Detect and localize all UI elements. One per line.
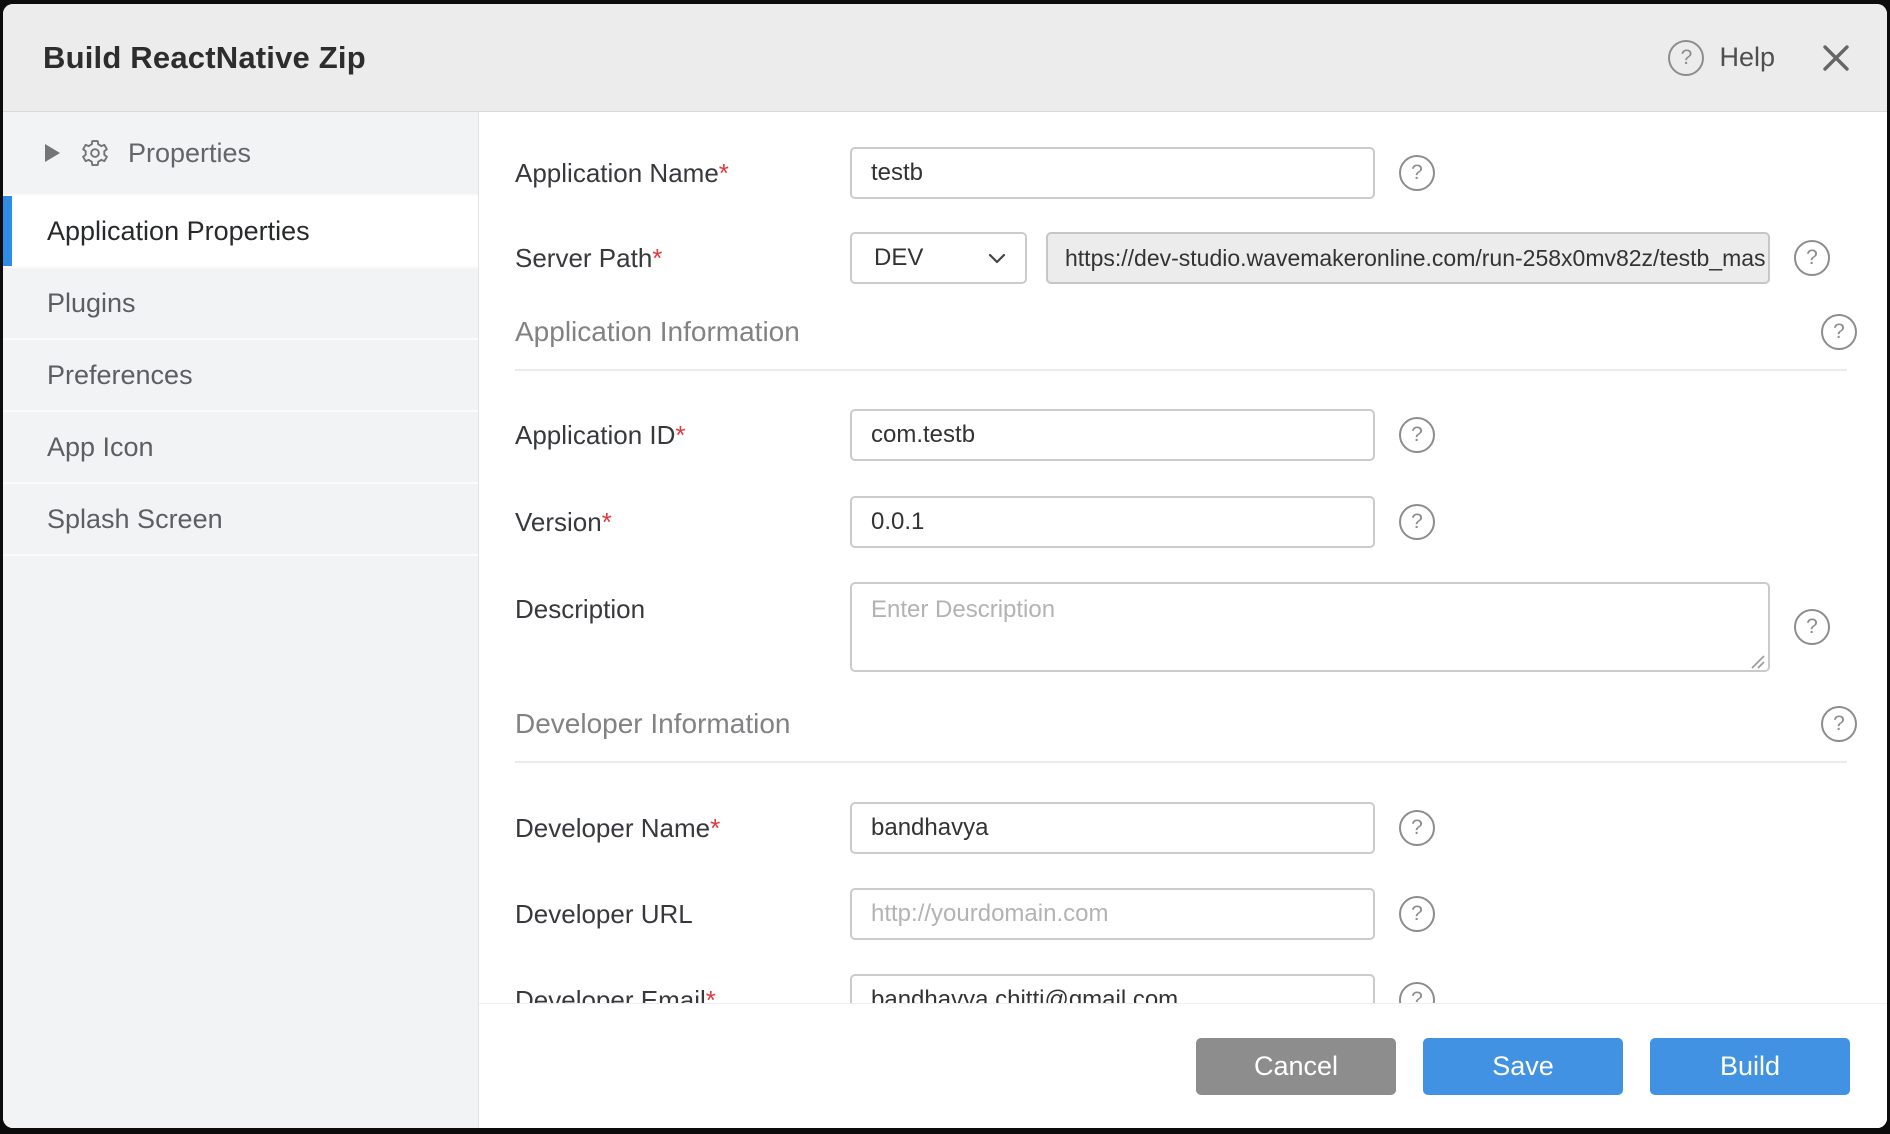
dialog-title: Build ReactNative Zip [43, 40, 366, 76]
sidebar: Properties Application Properties Plugin… [3, 112, 479, 1128]
sidebar-item-label: Splash Screen [47, 504, 223, 535]
application-name-help-icon[interactable]: ? [1399, 155, 1435, 191]
server-path-select[interactable]: DEV [850, 232, 1027, 284]
developer-url-input[interactable] [850, 888, 1375, 940]
sidebar-item-preferences[interactable]: Preferences [3, 340, 478, 412]
sidebar-item-splash-screen[interactable]: Splash Screen [3, 484, 478, 556]
version-label: Version* [515, 507, 850, 538]
developer-email-help-icon[interactable]: ? [1399, 982, 1435, 1003]
sidebar-group-properties[interactable]: Properties [3, 112, 478, 196]
help-label: Help [1719, 42, 1775, 73]
developer-information-help-icon[interactable]: ? [1821, 706, 1857, 742]
required-marker: * [710, 813, 720, 843]
required-marker: * [706, 985, 716, 1004]
description-row: Description ? [515, 582, 1830, 677]
gear-icon [80, 138, 110, 168]
application-id-help-icon[interactable]: ? [1399, 417, 1435, 453]
save-button[interactable]: Save [1423, 1038, 1623, 1095]
developer-name-row: Developer Name* ? [515, 802, 1435, 854]
section-title: Developer Information [515, 708, 790, 740]
expand-triangle-icon [45, 144, 60, 162]
developer-url-row: Developer URL ? [515, 888, 1435, 940]
required-marker: * [675, 420, 685, 450]
server-path-url-field: https://dev-studio.wavemakeronline.com/r… [1046, 232, 1770, 284]
sidebar-item-application-properties[interactable]: Application Properties [3, 196, 478, 268]
required-marker: * [602, 507, 612, 537]
developer-email-row: Developer Email* ? [515, 974, 1435, 1003]
description-textarea[interactable] [850, 582, 1770, 672]
sidebar-item-label: App Icon [47, 432, 154, 463]
developer-url-help-icon[interactable]: ? [1399, 896, 1435, 932]
help-button[interactable]: ? Help [1668, 40, 1775, 76]
server-path-label: Server Path* [515, 243, 850, 274]
dialog-header: Build ReactNative Zip ? Help [3, 4, 1887, 112]
developer-information-section-header: Developer Information ? [515, 704, 1857, 744]
developer-name-label: Developer Name* [515, 813, 850, 844]
developer-name-input[interactable] [850, 802, 1375, 854]
help-question-icon[interactable]: ? [1668, 40, 1704, 76]
sidebar-item-plugins[interactable]: Plugins [3, 268, 478, 340]
application-name-row: Application Name* ? [515, 147, 1435, 199]
application-information-help-icon[interactable]: ? [1821, 314, 1857, 350]
close-icon [1821, 43, 1851, 73]
server-path-selected-value: DEV [874, 244, 923, 272]
developer-email-label: Developer Email* [515, 985, 850, 1004]
version-row: Version* ? [515, 496, 1435, 548]
developer-email-input[interactable] [850, 974, 1375, 1003]
chevron-down-icon [985, 246, 1009, 270]
close-button[interactable] [1819, 41, 1853, 75]
application-name-input[interactable] [850, 147, 1375, 199]
sidebar-item-app-icon[interactable]: App Icon [3, 412, 478, 484]
application-name-label: Application Name* [515, 158, 850, 189]
dialog-footer: Cancel Save Build [479, 1003, 1887, 1128]
section-divider [515, 761, 1847, 763]
version-input[interactable] [850, 496, 1375, 548]
section-divider [515, 369, 1847, 371]
sidebar-item-label: Plugins [47, 288, 136, 319]
server-path-help-icon[interactable]: ? [1794, 240, 1830, 276]
sidebar-item-label: Preferences [47, 360, 193, 391]
sidebar-group-label: Properties [128, 138, 251, 169]
application-id-row: Application ID* ? [515, 409, 1435, 461]
developer-name-help-icon[interactable]: ? [1399, 810, 1435, 846]
application-id-input[interactable] [850, 409, 1375, 461]
description-help-icon[interactable]: ? [1794, 609, 1830, 645]
form-content: Application Name* ? Server Path* DEV htt… [479, 112, 1887, 1003]
cancel-button[interactable]: Cancel [1196, 1038, 1396, 1095]
build-button[interactable]: Build [1650, 1038, 1850, 1095]
description-label: Description [515, 582, 850, 625]
version-help-icon[interactable]: ? [1399, 504, 1435, 540]
application-id-label: Application ID* [515, 420, 850, 451]
server-path-row: Server Path* DEV https://dev-studio.wave… [515, 232, 1830, 284]
build-reactnative-zip-dialog: Build ReactNative Zip ? Help [3, 4, 1887, 1128]
application-information-section-header: Application Information ? [515, 312, 1857, 352]
developer-url-label: Developer URL [515, 899, 850, 930]
section-title: Application Information [515, 316, 800, 348]
required-marker: * [719, 158, 729, 188]
required-marker: * [652, 243, 662, 273]
sidebar-item-label: Application Properties [47, 216, 310, 247]
